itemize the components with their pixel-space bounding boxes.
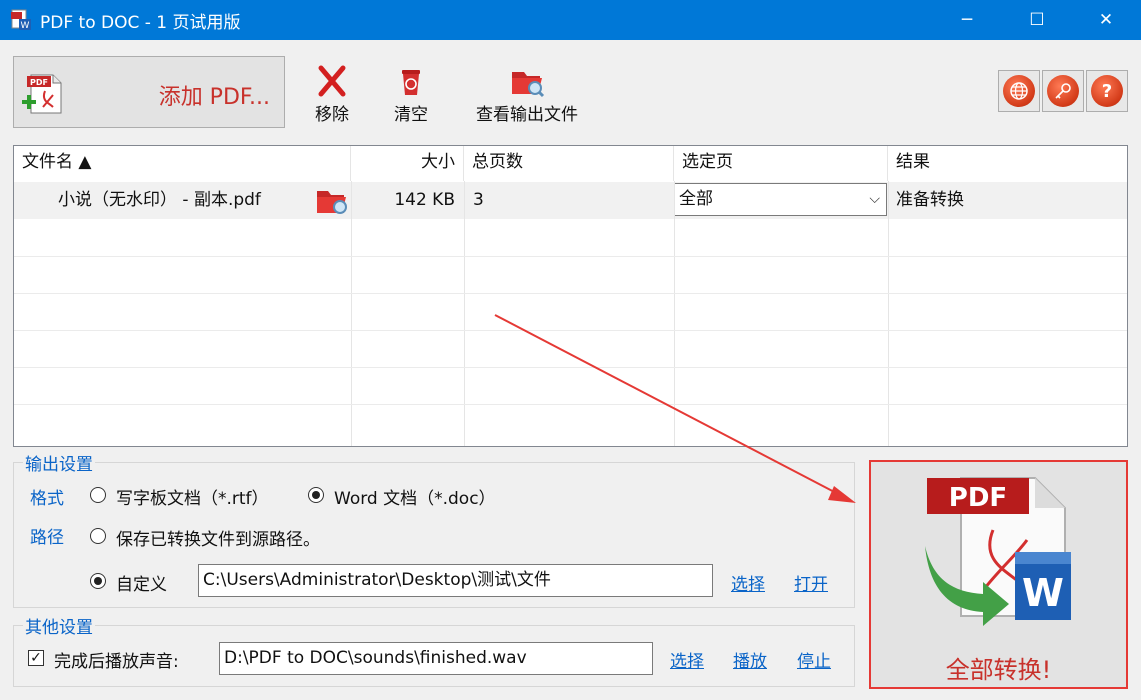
title-bar: W PDF to DOC - 1 页试用版 ─ ☐ ✕ <box>0 0 1141 40</box>
play-sound-label[interactable]: 完成后播放声音: <box>54 647 179 672</box>
maximize-button[interactable]: ☐ <box>1002 0 1072 40</box>
format-label: 格式 <box>30 489 64 509</box>
path-source-label[interactable]: 保存已转换文件到源路径。 <box>116 525 320 550</box>
convert-all-label: 全部转换! <box>945 656 1052 684</box>
register-button[interactable] <box>1042 70 1084 112</box>
recycle-bin-icon <box>402 70 420 95</box>
format-doc-radio[interactable] <box>308 487 324 503</box>
path-label: 路径 <box>30 528 64 548</box>
add-pdf-icon: PDF <box>22 74 62 114</box>
svg-text:W: W <box>21 21 30 31</box>
maximize-icon: ☐ <box>1029 10 1045 30</box>
format-rtf-radio[interactable] <box>90 487 106 503</box>
selected-pages-select[interactable]: 全部 ⌵ <box>674 183 887 216</box>
choose-output-path-link[interactable]: 选择 <box>731 570 765 595</box>
column-header-result[interactable]: 结果 <box>888 146 1127 181</box>
remove-label: 移除 <box>315 105 349 125</box>
help-button[interactable]: ? <box>1086 70 1128 112</box>
play-sound-link[interactable]: 播放 <box>733 647 767 672</box>
table-row[interactable]: 小说（无水印） - 副本.pdf 142 KB 3 全部 ⌵ 准备转换 <box>14 182 1127 219</box>
choose-sound-link[interactable]: 选择 <box>670 647 704 672</box>
view-output-button[interactable]: 查看输出文件 <box>466 64 588 125</box>
pdf-icon-text: PDF <box>949 483 1007 513</box>
add-pdf-button[interactable]: PDF 添加 PDF... <box>13 56 285 128</box>
output-folder-icon <box>512 72 545 98</box>
chevron-down-icon: ⌵ <box>869 191 880 207</box>
stop-sound-link[interactable]: 停止 <box>797 647 831 672</box>
page-count-cell: 3 <box>473 190 484 210</box>
column-divider <box>464 181 465 446</box>
file-name-cell: 小说（无水印） - 副本.pdf <box>58 190 261 210</box>
convert-all-button[interactable]: PDF W 全部转换! <box>869 460 1128 689</box>
remove-icon <box>318 65 346 97</box>
clear-button[interactable]: 清空 <box>388 64 434 125</box>
format-rtf-label[interactable]: 写字板文档（*.rtf） <box>116 484 269 509</box>
language-button[interactable] <box>998 70 1040 112</box>
open-output-path-link[interactable]: 打开 <box>794 570 828 595</box>
format-doc-label[interactable]: Word 文档（*.doc） <box>334 484 496 509</box>
key-icon <box>1047 75 1079 107</box>
custom-path-input[interactable]: C:\Users\Administrator\Desktop\测试\文件 <box>198 564 713 597</box>
minimize-icon: ─ <box>961 10 973 30</box>
row-divider <box>14 256 1127 257</box>
add-pdf-label: 添加 PDF... <box>158 85 270 110</box>
play-sound-checkbox[interactable]: ✓ <box>28 650 44 666</box>
selected-pages-value: 全部 <box>679 189 713 209</box>
column-header-selected-pages[interactable]: 选定页 <box>674 146 888 181</box>
file-size-cell: 142 KB <box>394 190 455 210</box>
result-cell: 准备转换 <box>896 190 964 210</box>
path-custom-radio[interactable] <box>90 573 106 589</box>
word-icon-text: W <box>1022 571 1064 615</box>
path-custom-label[interactable]: 自定义 <box>116 570 167 595</box>
toolbar: PDF 添加 PDF... 移除 清空 查看输出文件 ? <box>0 40 1141 144</box>
column-divider <box>888 181 889 446</box>
clear-label: 清空 <box>394 105 428 125</box>
remove-button[interactable]: 移除 <box>309 64 355 125</box>
window-title: PDF to DOC - 1 页试用版 <box>40 13 241 33</box>
view-output-label: 查看输出文件 <box>476 105 578 125</box>
file-list-header: 文件名 ▲ 大小 总页数 选定页 结果 <box>14 146 1127 181</box>
help-icon: ? <box>1091 75 1123 107</box>
column-divider <box>351 181 352 446</box>
column-header-pages[interactable]: 总页数 <box>464 146 674 181</box>
column-header-size[interactable]: 大小 <box>351 146 464 181</box>
close-icon: ✕ <box>1098 10 1114 30</box>
sound-path-input[interactable]: D:\PDF to DOC\sounds\finished.wav <box>219 642 653 675</box>
close-button[interactable]: ✕ <box>1071 0 1141 40</box>
row-divider <box>14 293 1127 294</box>
open-folder-icon[interactable] <box>314 186 352 216</box>
other-settings-legend: 其他设置 <box>23 613 95 638</box>
annotation-arrow <box>494 314 856 503</box>
svg-text:PDF: PDF <box>30 78 48 87</box>
column-header-filename[interactable]: 文件名 ▲ <box>14 146 351 181</box>
minimize-button[interactable]: ─ <box>932 0 1002 40</box>
output-settings-legend: 输出设置 <box>23 450 95 475</box>
path-source-radio[interactable] <box>90 528 106 544</box>
pdf-to-word-icon: PDF W <box>925 477 1071 626</box>
globe-icon <box>1003 75 1035 107</box>
app-icon: W <box>11 9 31 31</box>
